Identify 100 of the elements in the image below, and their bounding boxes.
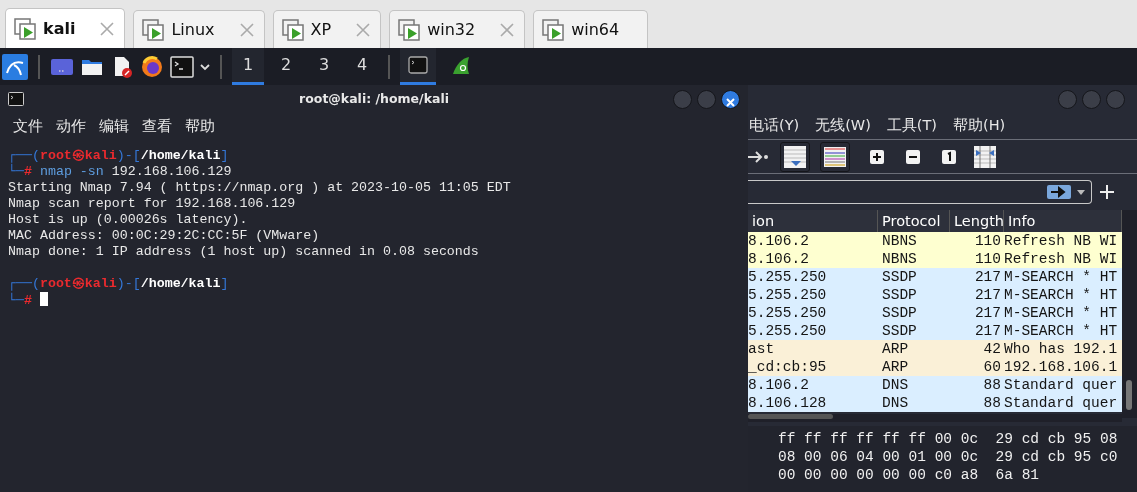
menu-item[interactable]: 编辑 bbox=[99, 115, 129, 138]
vm-tab[interactable]: kali bbox=[5, 8, 126, 48]
table-cell-text: ast bbox=[748, 340, 776, 358]
table-cell-text: M-SEARCH * HT bbox=[1004, 304, 1119, 322]
kali-logo-icon[interactable] bbox=[2, 53, 28, 80]
terminal-icon[interactable] bbox=[170, 54, 194, 79]
table-cell-text: 5.255.250 bbox=[748, 304, 828, 322]
table-cell-text: M-SEARCH * HT bbox=[1004, 322, 1119, 340]
apply-filter-button[interactable] bbox=[1047, 185, 1071, 199]
table-cell-text: NBNS bbox=[881, 250, 918, 268]
table-cell-text: 42 bbox=[982, 340, 1002, 358]
menu-item[interactable]: 动作 bbox=[56, 115, 86, 138]
terminal-icon bbox=[8, 92, 24, 106]
zoom-in-icon[interactable] bbox=[870, 149, 884, 164]
menu-item[interactable]: 工具(T) bbox=[886, 115, 937, 137]
scrollbar[interactable] bbox=[748, 414, 1122, 422]
terminal-prompt-line: └─# nmap -sn 192.168.106.129 bbox=[8, 164, 233, 180]
table-cell-text: M-SEARCH * HT bbox=[1004, 286, 1119, 304]
vm-tab[interactable]: Linux bbox=[133, 10, 265, 48]
fin-icon bbox=[450, 55, 470, 75]
vm-icon bbox=[14, 17, 36, 40]
packet-row[interactable]: 8.106.2 DNS 88 Standard quer bbox=[748, 376, 1122, 394]
vm-tab[interactable]: win32 bbox=[389, 10, 526, 48]
table-cell-text: SSDP bbox=[881, 322, 918, 340]
table-cell-text: M-SEARCH * HT bbox=[1004, 268, 1119, 286]
vm-tab[interactable]: XP bbox=[272, 10, 382, 48]
table-cell-text: 110 bbox=[973, 232, 1002, 250]
browser-icon[interactable] bbox=[140, 54, 164, 79]
table-cell-text: DNS bbox=[881, 376, 910, 394]
terminal-output-line: MAC Address: 00:0C:29:2C:CC:5F (VMware) bbox=[8, 228, 321, 244]
packet-row[interactable]: ast ARP 42 Who has 192.1 bbox=[748, 340, 1122, 358]
table-cell-text: 217 bbox=[973, 322, 1002, 340]
table-cell-text: 88 bbox=[982, 376, 1002, 394]
table-cell-text: 192.168.106.1 bbox=[1004, 358, 1119, 376]
table-cell-text: 110 bbox=[973, 250, 1002, 268]
table-cell-text: Who has 192.1 bbox=[1004, 340, 1119, 358]
table-cell-text: Refresh NB WI bbox=[1004, 250, 1119, 268]
workspace-button[interactable]: 4 bbox=[346, 48, 378, 85]
terminal-prompt-line: ┌──(root㉿kali)-[/home/kali] bbox=[8, 276, 230, 292]
menu-item[interactable]: 无线(W) bbox=[815, 115, 871, 137]
workspace-button[interactable]: 3 bbox=[308, 48, 340, 85]
display-filter-field[interactable] bbox=[748, 180, 1092, 204]
table-cell-text: 8.106.2 bbox=[748, 376, 810, 394]
normal-size-icon[interactable] bbox=[942, 149, 956, 164]
menu-item[interactable]: 帮助(H) bbox=[953, 115, 1006, 137]
window-title: root@kali: /home/kali bbox=[299, 89, 449, 108]
packet-row[interactable]: 8.106.128 DNS 88 Standard quer bbox=[748, 394, 1122, 412]
hex-bytes: 08 00 06 04 00 01 00 0c 29 cd cb 95 c0 bbox=[778, 448, 1119, 466]
terminal-output-line: Nmap scan report for 192.168.106.129 bbox=[8, 196, 297, 212]
terminal-prompt-line: └─# bbox=[8, 292, 740, 308]
packet-row[interactable]: 5.255.250 SSDP 217 M-SEARCH * HT bbox=[748, 322, 1122, 340]
hex-bytes: ff ff ff ff ff ff 00 0c 29 cd cb 95 08 bbox=[778, 430, 1119, 448]
workspace-button[interactable]: 1 bbox=[232, 48, 264, 85]
table-cell-text: 5.255.250 bbox=[748, 268, 828, 286]
table-cell-text: Standard quer bbox=[1004, 394, 1119, 412]
packet-row[interactable]: 5.255.250 SSDP 217 M-SEARCH * HT bbox=[748, 268, 1122, 286]
packet-row[interactable]: 5.255.250 SSDP 217 M-SEARCH * HT bbox=[748, 286, 1122, 304]
terminal-output-line: Host is up (0.00026s latency). bbox=[8, 212, 249, 228]
arrow-icon[interactable] bbox=[748, 149, 770, 164]
table-cell-text: 217 bbox=[973, 286, 1002, 304]
hex-bytes: 00 00 00 00 00 00 c0 a8 6a 81 bbox=[778, 466, 1041, 484]
colorize-button[interactable] bbox=[820, 141, 850, 172]
close-button[interactable] bbox=[721, 89, 740, 109]
table-cell-text: 60 bbox=[982, 358, 1002, 376]
terminal-output-line: Starting Nmap 7.94 ( https://nmap.org ) at 2023-10-05 11:05 EDT bbox=[8, 180, 512, 196]
vm-icon bbox=[398, 18, 421, 41]
table-cell-text: 5.255.250 bbox=[748, 322, 828, 340]
workspace-button[interactable]: 2 bbox=[270, 48, 302, 85]
vm-icon bbox=[142, 18, 165, 41]
scrollbar[interactable] bbox=[1122, 210, 1137, 418]
terminal-icon bbox=[408, 55, 428, 75]
table-cell-text: 217 bbox=[973, 268, 1002, 286]
packet-row[interactable]: 8.106.2 NBNS 110 Refresh NB WI bbox=[748, 232, 1122, 250]
zoom-out-icon[interactable] bbox=[906, 149, 920, 164]
vm-icon bbox=[542, 18, 565, 41]
chevron-icon[interactable] bbox=[200, 62, 210, 71]
table-cell-text: SSDP bbox=[881, 304, 918, 322]
table-cell-text: _cd:cb:95 bbox=[748, 358, 828, 376]
vm-tab[interactable]: win64 bbox=[533, 10, 649, 48]
table-cell-text: 217 bbox=[973, 304, 1002, 322]
menu-item[interactable]: 文件 bbox=[13, 115, 43, 138]
packet-row[interactable]: 5.255.250 SSDP 217 M-SEARCH * HT bbox=[748, 304, 1122, 322]
table-cell-text: DNS bbox=[881, 394, 910, 412]
autoscroll-button[interactable] bbox=[780, 141, 810, 172]
menu-item[interactable]: 帮助 bbox=[185, 115, 215, 138]
table-cell-text: 8.106.2 bbox=[748, 250, 810, 268]
taskbar-app[interactable] bbox=[400, 48, 436, 85]
packet-row[interactable]: _cd:cb:95 ARP 60 192.168.106.1 bbox=[748, 358, 1122, 376]
caret-icon[interactable] bbox=[1077, 189, 1085, 195]
table-cell-text: 8.106.2 bbox=[748, 232, 810, 250]
table-cell-text: 5.255.250 bbox=[748, 286, 828, 304]
table-cell-text: 88 bbox=[982, 394, 1002, 412]
menu-item[interactable]: 电话(Y) bbox=[749, 115, 800, 137]
add-filter-button[interactable] bbox=[1100, 185, 1114, 199]
terminal-prompt-line: ┌──(root㉿kali)-[/home/kali] bbox=[8, 148, 230, 164]
packet-row[interactable]: 8.106.2 NBNS 110 Refresh NB WI bbox=[748, 250, 1122, 268]
table-cell-text: SSDP bbox=[881, 286, 918, 304]
table-cell-text: 8.106.128 bbox=[748, 394, 828, 412]
resize-columns-icon[interactable] bbox=[974, 145, 996, 168]
menu-item[interactable]: 查看 bbox=[142, 115, 172, 138]
